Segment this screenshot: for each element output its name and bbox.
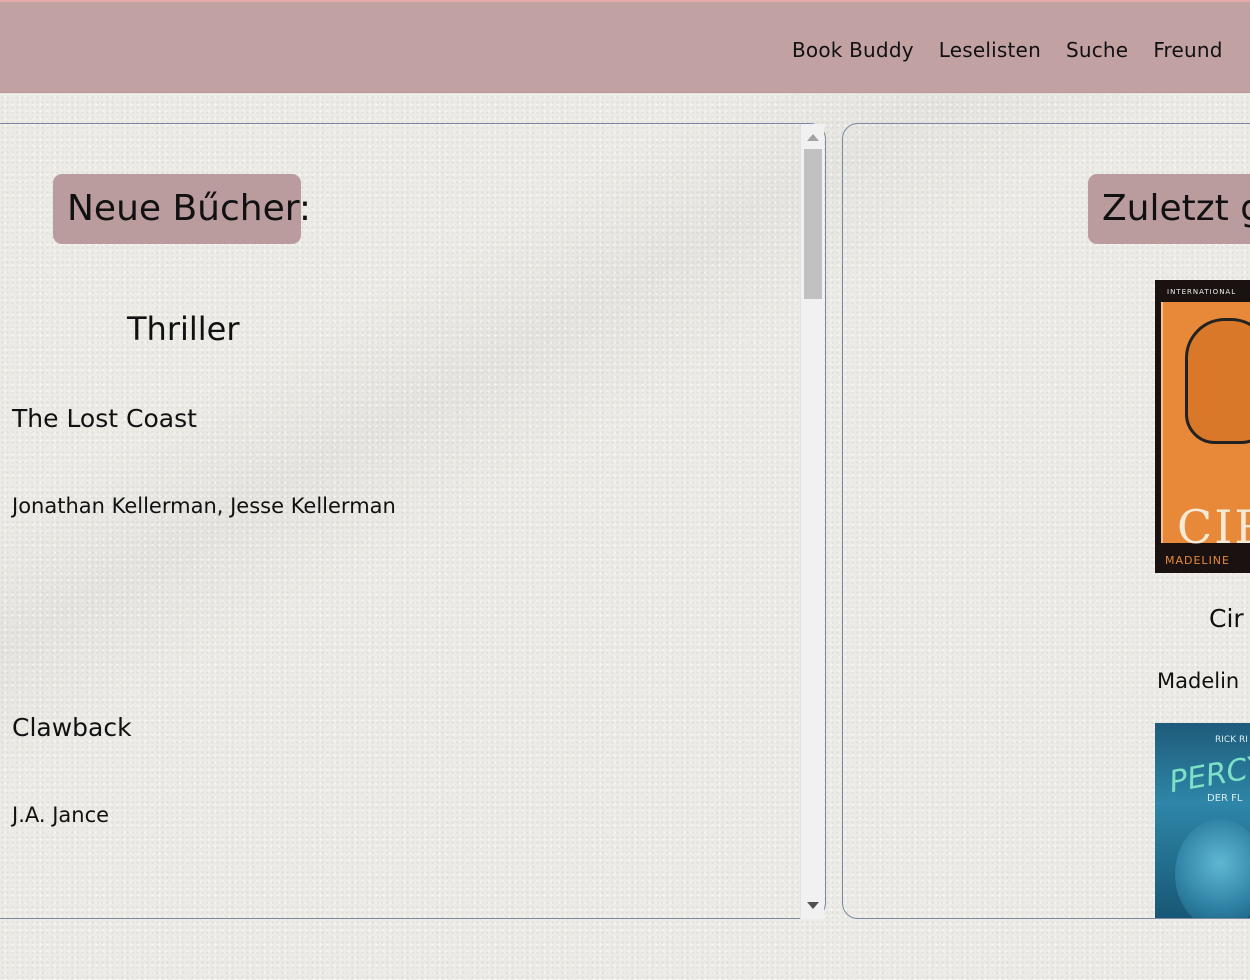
scroll-down-arrow-icon[interactable] <box>807 902 819 909</box>
book-author: Jonathan Kellerman, Jesse Kellerman <box>12 494 396 518</box>
book-author: J.A. Jance <box>12 803 110 827</box>
new-books-heading: Neue Bűcher: <box>53 174 311 244</box>
new-books-panel: Neue Bűcher: Thriller The Lost Coast Jon… <box>0 123 826 919</box>
book-title[interactable]: Clawback <box>12 713 132 742</box>
scroll-up-arrow-icon[interactable] <box>807 134 819 141</box>
book-title[interactable]: The Lost Coast <box>12 404 197 433</box>
cover-face-illustration <box>1185 318 1250 444</box>
cover-frame: CIR <box>1161 302 1250 554</box>
nav-item-freunde[interactable]: Freund <box>1153 38 1222 62</box>
book-title[interactable]: Cir <box>1209 604 1244 633</box>
nav-item-book-buddy[interactable]: Book Buddy <box>792 38 914 62</box>
percy-jackson-book-cover-icon[interactable]: RICK RI PERCY DER FL <box>1155 723 1250 918</box>
cover-subtitle-text: DER FL <box>1207 793 1243 804</box>
nav-item-leselisten[interactable]: Leselisten <box>939 38 1041 62</box>
cover-face-illustration <box>1175 819 1250 918</box>
panel-scrollbar[interactable] <box>800 124 824 919</box>
circe-book-cover-icon[interactable]: INTERNATIONAL CIR MADELINE <box>1155 280 1250 573</box>
top-nav-bar: Book Buddy Leselisten Suche Freund <box>0 0 1250 93</box>
main-nav: Book Buddy Leselisten Suche Freund <box>792 38 1248 62</box>
cover-title-text: CIR <box>1177 500 1250 554</box>
cover-top-text: INTERNATIONAL <box>1167 288 1237 296</box>
cover-top-text: RICK RI <box>1215 735 1248 745</box>
scroll-thumb[interactable] <box>804 149 822 299</box>
recently-read-heading: Zuletzt g <box>1088 174 1250 244</box>
book-author: Madelin <box>1157 669 1240 693</box>
recently-read-panel: Zuletzt g INTERNATIONAL CIR MADELINE Cir… <box>842 123 1250 919</box>
genre-heading: Thriller <box>127 310 240 348</box>
cover-author-text: MADELINE <box>1165 554 1230 567</box>
nav-item-suche[interactable]: Suche <box>1066 38 1128 62</box>
